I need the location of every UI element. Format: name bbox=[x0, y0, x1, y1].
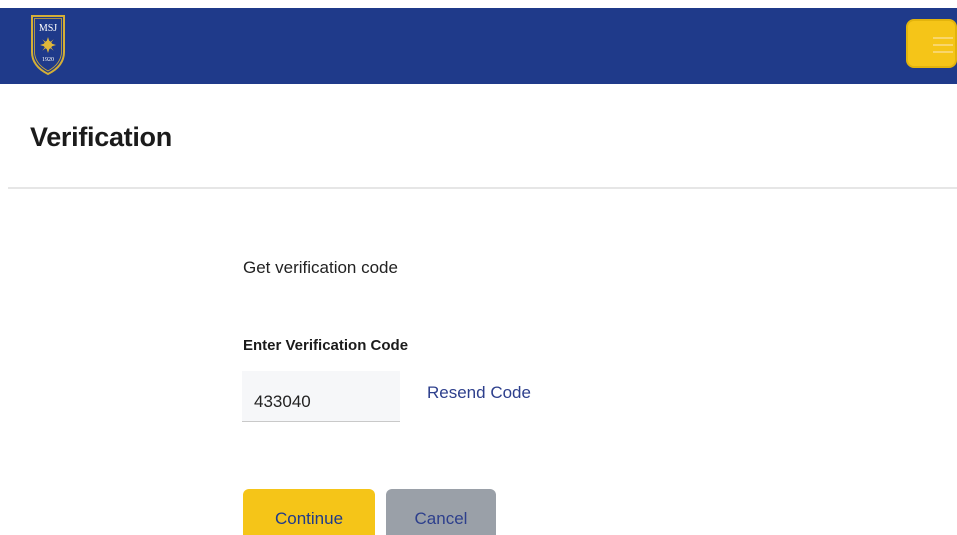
verification-code-label: Enter Verification Code bbox=[243, 337, 409, 354]
msj-shield-logo[interactable]: MSJ 1920 bbox=[30, 14, 66, 76]
verification-code-input[interactable] bbox=[242, 371, 400, 422]
svg-text:1920: 1920 bbox=[42, 57, 54, 63]
svg-text:MSJ: MSJ bbox=[39, 23, 57, 34]
continue-button[interactable]: Continue bbox=[243, 489, 375, 535]
page-title: Verification bbox=[30, 122, 172, 152]
hamburger-menu-icon bbox=[933, 37, 953, 53]
cancel-button[interactable]: Cancel bbox=[386, 489, 496, 535]
resend-code-link[interactable]: Resend Code bbox=[427, 383, 531, 403]
verification-instruction: Get verification code bbox=[243, 258, 398, 277]
header-divider bbox=[8, 187, 957, 189]
top-navigation-bar: MSJ 1920 bbox=[0, 8, 957, 84]
hamburger-menu-button[interactable] bbox=[906, 19, 957, 68]
